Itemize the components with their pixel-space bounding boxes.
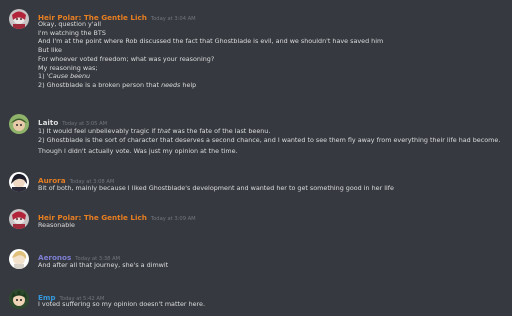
message-line: 1) It would feel unbelievably tragic if … [38, 127, 271, 135]
message-line: And I'm at the point where Rob discussed… [38, 37, 384, 46]
avatar[interactable] [9, 114, 29, 134]
message-line: Though I didn't actually vote. Was just … [38, 147, 238, 156]
avatar[interactable] [9, 209, 29, 229]
avatar[interactable] [9, 249, 29, 269]
message-line: But like [38, 46, 62, 55]
avatar[interactable] [9, 289, 29, 309]
message-line: Bit of both, mainly because I liked Ghos… [38, 184, 394, 192]
message-line: 1) 'Cause beenu [38, 72, 91, 81]
message-line: 2) Ghostblade is a broken person that ne… [38, 80, 197, 89]
message-line: 2) Ghostblade is the sort of character t… [38, 135, 501, 144]
message-line: I voted suffering so my opinion doesn't … [38, 300, 206, 308]
message-line: For whoever voted freedom; what was your… [38, 54, 215, 63]
message-line: Reasonable [38, 221, 75, 229]
message-line: I'm watching the BTS [38, 28, 106, 37]
message-line: And after all that journey, she's a dimw… [38, 261, 169, 269]
avatar[interactable] [9, 172, 29, 192]
timestamp: Today at 3:09 AM [150, 216, 196, 222]
chat-messages: Heir Polar: The Gentle Lich Today at 3:04… [0, 0, 512, 316]
avatar[interactable] [9, 9, 29, 29]
message-line: My reasoning was; [38, 63, 98, 72]
author-name[interactable]: Laito [38, 118, 58, 127]
message-line: Okay, question y'all [38, 20, 102, 28]
